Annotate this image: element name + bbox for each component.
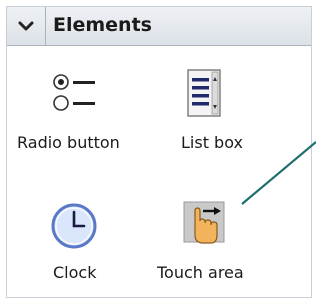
callout-leader-line <box>241 141 316 205</box>
